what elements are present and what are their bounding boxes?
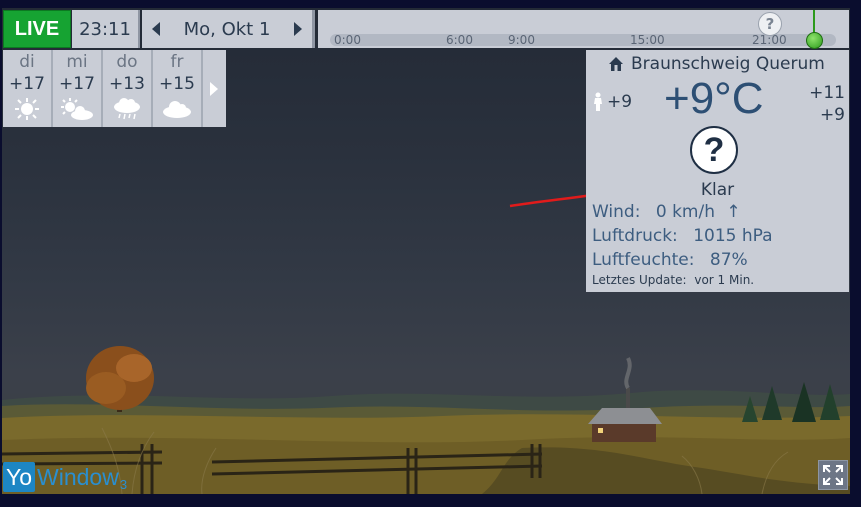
home-icon [609, 57, 623, 71]
date-label: Mo, Okt 1 [183, 18, 271, 40]
timeline-tick: 6:00 [446, 33, 473, 47]
feels-like: +9 [592, 92, 632, 112]
forecast-day-name: mi [66, 52, 88, 72]
forecast-more-button[interactable] [203, 50, 224, 127]
sun-cloud-icon [61, 98, 93, 120]
last-update: Letztes Update: vor 1 Min. [592, 273, 754, 287]
logo-yo: Yo [3, 462, 36, 492]
rain-cloud-icon [114, 98, 140, 120]
wind-label: Wind: [592, 202, 641, 222]
timeline-marker [813, 10, 815, 34]
next-day-icon[interactable] [294, 22, 302, 36]
condition-unknown-icon[interactable]: ? [690, 126, 738, 174]
sun-icon [15, 98, 39, 120]
low-temp: +9 [819, 105, 845, 125]
yowindow-logo[interactable]: Yo Window 3 [3, 460, 127, 492]
timeline-tick: 0:00 [334, 33, 361, 47]
app-window: LIVE 23:11 Mo, Okt 1 0:00 6:00 9:00 15:0… [0, 0, 861, 507]
date-selector: Mo, Okt 1 [142, 10, 315, 48]
location-name: Braunschweig Querum [631, 54, 825, 74]
current-temperature: +9°C [664, 74, 764, 123]
previous-day-icon[interactable] [152, 22, 160, 36]
forecast-day-name: fr [170, 52, 184, 72]
forecast-day-temp: +13 [109, 74, 145, 94]
current-weather-panel: Braunschweig Querum +9 +9°C +11 +9 ? Kla… [586, 50, 849, 292]
expand-icon [823, 465, 843, 485]
pressure-value: 1015 hPa [693, 226, 773, 246]
current-time: 23:11 [72, 10, 140, 48]
person-icon [594, 92, 602, 111]
last-update-value: vor 1 Min. [694, 273, 755, 287]
wind-value: 0 km/h [655, 202, 715, 222]
help-icon[interactable]: ? [758, 12, 782, 36]
feels-like-value: +9 [607, 92, 633, 112]
timeline-handle[interactable] [806, 32, 823, 49]
pressure-label: Luftdruck: [592, 226, 678, 246]
forecast-day-temp: +15 [159, 74, 195, 94]
last-update-label: Letztes Update: [592, 273, 687, 287]
forecast-day[interactable]: do +13 [103, 50, 153, 127]
forecast-day[interactable]: fr +15 [153, 50, 203, 127]
logo-window: Window [37, 464, 119, 490]
high-temp: +11 [809, 83, 845, 103]
humidity-label: Luftfeuchte: [592, 250, 695, 270]
location-row[interactable]: Braunschweig Querum [608, 54, 825, 74]
forecast-day[interactable]: di +17 [3, 50, 53, 127]
humidity-value: 87% [709, 250, 748, 270]
fullscreen-button[interactable] [818, 460, 848, 490]
cloud-icon [163, 101, 191, 118]
timeline-tick: 9:00 [508, 33, 535, 47]
forecast-panel: di +17 mi +17 do +13 fr +15 [3, 50, 226, 127]
high-low: +11 +9 [809, 82, 845, 126]
forecast-next-icon [209, 81, 218, 96]
forecast-day-temp: +17 [9, 74, 45, 94]
wind-direction-icon: ↑ [726, 202, 741, 222]
condition-label: Klar [700, 180, 735, 200]
timeline-bar[interactable]: 0:00 6:00 9:00 15:00 21:00 ? [318, 10, 849, 49]
forecast-day-name: di [19, 52, 35, 72]
wind-row: Wind: 0 km/h ↑ [592, 202, 741, 222]
humidity-row: Luftfeuchte: 87% [592, 250, 748, 270]
pressure-row: Luftdruck: 1015 hPa [592, 226, 773, 246]
logo-version: 3 [119, 477, 128, 492]
live-button[interactable]: LIVE [3, 10, 71, 48]
timeline-tick: 15:00 [630, 33, 665, 47]
forecast-day-temp: +17 [59, 74, 95, 94]
forecast-day[interactable]: mi +17 [53, 50, 103, 127]
forecast-day-name: do [116, 52, 138, 72]
